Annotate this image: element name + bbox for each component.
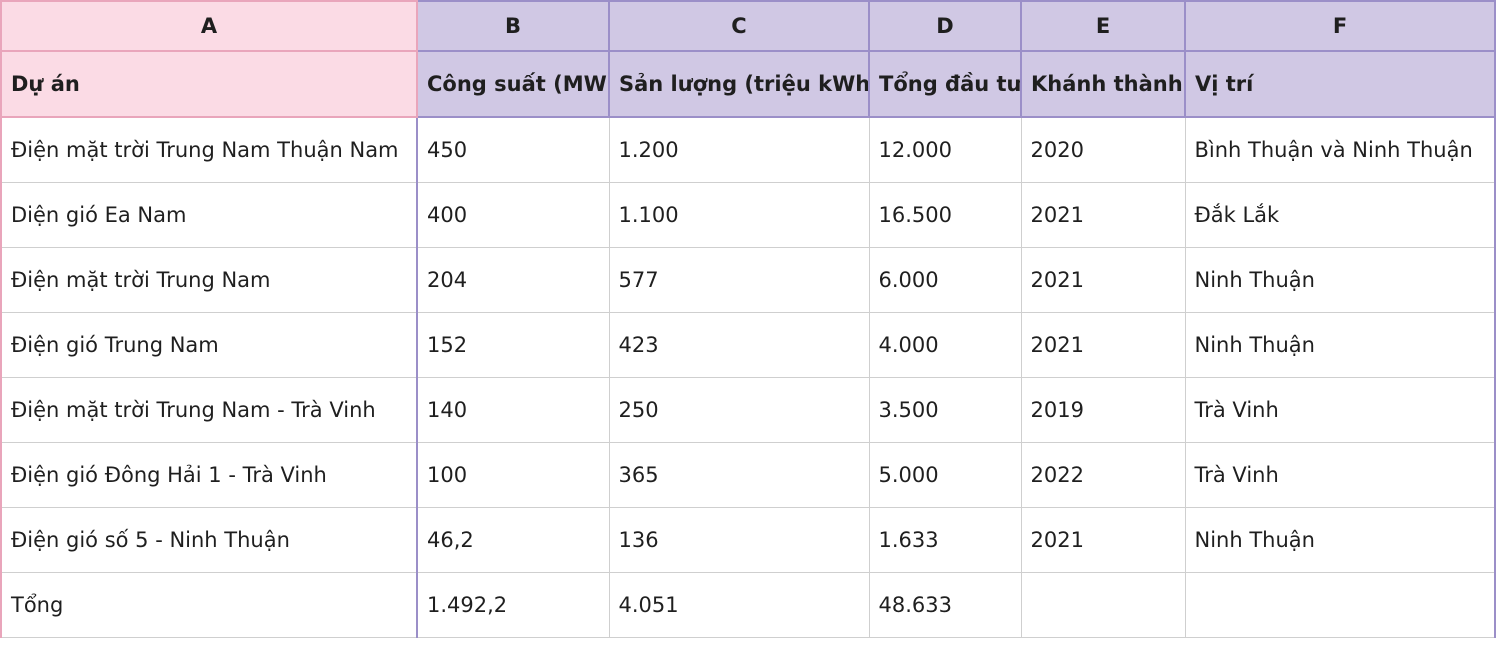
header-cell-output[interactable]: Sản lượng (triệu kWh) <box>608 50 870 118</box>
total-row: Tổng 1.492,2 4.051 48.633 <box>0 572 1496 638</box>
cell-total-output[interactable]: 4.051 <box>608 572 870 638</box>
cell-total-capacity[interactable]: 1.492,2 <box>416 572 610 638</box>
table-row: Điện gió Đông Hải 1 - Trà Vinh 100 365 5… <box>0 442 1496 508</box>
cell-location[interactable]: Trà Vinh <box>1184 442 1496 508</box>
cell-total-location[interactable] <box>1184 572 1496 638</box>
cell-capacity[interactable]: 46,2 <box>416 507 610 573</box>
cell-inauguration[interactable]: 2021 <box>1020 182 1186 248</box>
cell-investment[interactable]: 5.000 <box>868 442 1022 508</box>
cell-output[interactable]: 577 <box>608 247 870 313</box>
cell-investment[interactable]: 12.000 <box>868 116 1022 183</box>
table-row: Điện gió Trung Nam 152 423 4.000 2021 Ni… <box>0 312 1496 378</box>
spreadsheet-table: A B C D E F Dự án Công suất (MW) Sản lượ… <box>0 0 1496 638</box>
cell-output[interactable]: 1.200 <box>608 116 870 183</box>
cell-project[interactable]: Điện mặt trời Trung Nam - Trà Vinh <box>0 377 418 443</box>
cell-inauguration[interactable]: 2021 <box>1020 507 1186 573</box>
table-row: Điện mặt trời Trung Nam 204 577 6.000 20… <box>0 247 1496 313</box>
cell-investment[interactable]: 6.000 <box>868 247 1022 313</box>
column-header-e[interactable]: E <box>1020 0 1186 52</box>
cell-output[interactable]: 365 <box>608 442 870 508</box>
column-header-c[interactable]: C <box>608 0 870 52</box>
cell-output[interactable]: 1.100 <box>608 182 870 248</box>
cell-investment[interactable]: 16.500 <box>868 182 1022 248</box>
header-cell-inauguration[interactable]: Khánh thành <box>1020 50 1186 118</box>
cell-total-inauguration[interactable] <box>1020 572 1186 638</box>
cell-output[interactable]: 136 <box>608 507 870 573</box>
cell-capacity[interactable]: 140 <box>416 377 610 443</box>
header-cell-investment[interactable]: Tổng đầu tư <box>868 50 1022 118</box>
header-cell-location[interactable]: Vị trí <box>1184 50 1496 118</box>
header-cell-project[interactable]: Dự án <box>0 50 418 118</box>
cell-location[interactable]: Ninh Thuận <box>1184 507 1496 573</box>
column-header-f[interactable]: F <box>1184 0 1496 52</box>
cell-inauguration[interactable]: 2019 <box>1020 377 1186 443</box>
cell-total-label[interactable]: Tổng <box>0 572 418 638</box>
cell-capacity[interactable]: 400 <box>416 182 610 248</box>
column-header-a[interactable]: A <box>0 0 418 52</box>
cell-inauguration[interactable]: 2022 <box>1020 442 1186 508</box>
cell-inauguration[interactable]: 2020 <box>1020 116 1186 183</box>
table-row: Điện mặt trời Trung Nam - Trà Vinh 140 2… <box>0 377 1496 443</box>
cell-project[interactable]: Điện gió Trung Nam <box>0 312 418 378</box>
cell-capacity[interactable]: 152 <box>416 312 610 378</box>
cell-location[interactable]: Trà Vinh <box>1184 377 1496 443</box>
cell-project[interactable]: Điện mặt trời Trung Nam <box>0 247 418 313</box>
cell-inauguration[interactable]: 2021 <box>1020 247 1186 313</box>
cell-capacity[interactable]: 100 <box>416 442 610 508</box>
cell-project[interactable]: Điện gió Đông Hải 1 - Trà Vinh <box>0 442 418 508</box>
header-cell-capacity[interactable]: Công suất (MW) <box>416 50 610 118</box>
column-header-b[interactable]: B <box>416 0 610 52</box>
cell-location[interactable]: Bình Thuận và Ninh Thuận <box>1184 116 1496 183</box>
cell-investment[interactable]: 3.500 <box>868 377 1022 443</box>
table-row: Diện gió Ea Nam 400 1.100 16.500 2021 Đắ… <box>0 182 1496 248</box>
cell-location[interactable]: Ninh Thuận <box>1184 247 1496 313</box>
column-letter-row: A B C D E F <box>0 0 1496 52</box>
cell-project[interactable]: Điện gió số 5 - Ninh Thuận <box>0 507 418 573</box>
cell-capacity[interactable]: 450 <box>416 116 610 183</box>
cell-project[interactable]: Diện gió Ea Nam <box>0 182 418 248</box>
cell-output[interactable]: 423 <box>608 312 870 378</box>
cell-capacity[interactable]: 204 <box>416 247 610 313</box>
cell-location[interactable]: Ninh Thuận <box>1184 312 1496 378</box>
column-header-d[interactable]: D <box>868 0 1022 52</box>
field-header-row: Dự án Công suất (MW) Sản lượng (triệu kW… <box>0 50 1496 118</box>
cell-investment[interactable]: 1.633 <box>868 507 1022 573</box>
cell-project[interactable]: Điện mặt trời Trung Nam Thuận Nam <box>0 116 418 183</box>
cell-total-investment[interactable]: 48.633 <box>868 572 1022 638</box>
table-row: Điện mặt trời Trung Nam Thuận Nam 450 1.… <box>0 116 1496 183</box>
cell-inauguration[interactable]: 2021 <box>1020 312 1186 378</box>
cell-location[interactable]: Đắk Lắk <box>1184 182 1496 248</box>
table-row: Điện gió số 5 - Ninh Thuận 46,2 136 1.63… <box>0 507 1496 573</box>
cell-investment[interactable]: 4.000 <box>868 312 1022 378</box>
cell-output[interactable]: 250 <box>608 377 870 443</box>
